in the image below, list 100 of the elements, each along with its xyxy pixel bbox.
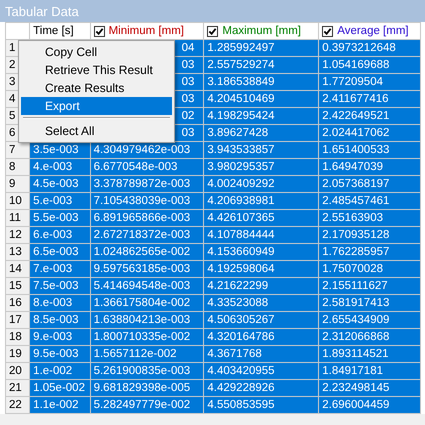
table-cell: 2.312066868: [318, 328, 420, 346]
row-header[interactable]: 18: [6, 328, 30, 346]
column-header[interactable]: Minimum [mm]: [90, 22, 204, 40]
table-cell: 1.e-002: [30, 362, 90, 380]
table-cell: 4.002409292: [204, 176, 319, 192]
table-cell: 4.206938981: [204, 192, 319, 210]
row-header[interactable]: 10: [6, 192, 30, 210]
row-header[interactable]: 16: [6, 294, 30, 312]
table-cell: 9.5e-003: [30, 346, 90, 362]
table-cell: 4.e-003: [30, 158, 90, 176]
table-cell: 9.597563185e-003: [90, 260, 204, 278]
table-cell: 2.696004459: [318, 396, 420, 414]
table-cell: 9.681829398e-005: [90, 380, 204, 396]
table-cell: 1.05e-002: [30, 380, 90, 396]
row-header[interactable]: 14: [6, 260, 30, 278]
row-header[interactable]: 12: [6, 226, 30, 244]
table-cell: 1.77209504: [318, 74, 420, 90]
row-header[interactable]: 19: [6, 346, 30, 362]
column-label: Minimum [mm]: [108, 24, 184, 36]
column-label: Average [mm]: [337, 24, 409, 36]
table-cell: 4.506305267: [204, 312, 319, 328]
table-cell: 7.105438039e-003: [90, 192, 204, 210]
table-cell: 6.5e-003: [30, 244, 90, 260]
table-cell: 2.557529274: [204, 56, 319, 74]
table-cell: 1.762285957: [318, 244, 420, 260]
row-header[interactable]: 9: [6, 176, 30, 192]
table-cell: 3.186538849: [204, 74, 319, 90]
table-cell: 4.550853595: [204, 396, 319, 414]
table-cell: 2.485457461: [318, 192, 420, 210]
table-cell: 1.024862565e-002: [90, 244, 204, 260]
column-label: Maximum [mm]: [222, 24, 301, 36]
table-cell: 4.107884444: [204, 226, 319, 244]
table-cell: 1.1e-002: [30, 396, 90, 414]
table-cell: 3.943533857: [204, 142, 319, 158]
row-header[interactable]: 8: [6, 158, 30, 176]
table-cell: 2.581917413: [318, 294, 420, 312]
row-header[interactable]: 17: [6, 312, 30, 328]
table-cell: 4.192598064: [204, 260, 319, 278]
table-cell: 4.429228926: [204, 380, 319, 396]
table-cell: 1.054169688: [318, 56, 420, 74]
row-header[interactable]: 20: [6, 362, 30, 380]
table-cell: 4.204510469: [204, 90, 319, 108]
table-cell: 6.e-003: [30, 226, 90, 244]
table-cell: 4.153660949: [204, 244, 319, 260]
table-cell: 1.651400533: [318, 142, 420, 158]
table-cell: 2.024417062: [318, 124, 420, 142]
table-cell: 8.e-003: [30, 294, 90, 312]
table-cell: 4.5e-003: [30, 176, 90, 192]
row-header[interactable]: 21: [6, 380, 30, 396]
checkbox[interactable]: [94, 26, 105, 36]
table-cell: 2.170935128: [318, 226, 420, 244]
table-cell: 2.422649521: [318, 108, 420, 124]
table-cell: 4.426107365: [204, 210, 319, 226]
table-cell: 5.5e-003: [30, 210, 90, 226]
table-cell: 6.891965866e-003: [90, 210, 204, 226]
table-cell: 7.5e-003: [30, 278, 90, 294]
table-cell: 4.21622299: [204, 278, 319, 294]
column-header[interactable]: Time [s]: [30, 22, 90, 40]
table-cell: 6.6770548e-003: [90, 158, 204, 176]
table-cell: 1.5657112e-002: [90, 346, 204, 362]
table-cell: 4.33523088: [204, 294, 319, 312]
window-title: Tabular Data: [5, 4, 79, 18]
table-cell: 3.89627428: [204, 124, 319, 142]
checkbox[interactable]: [207, 26, 218, 36]
table-cell: 4.403420955: [204, 362, 319, 380]
row-header[interactable]: 13: [6, 244, 30, 260]
table-cell: 0.3973212648: [318, 40, 420, 56]
table-cell: 2.655434909: [318, 312, 420, 328]
table-cell: 2.232498145: [318, 380, 420, 396]
row-header[interactable]: 15: [6, 278, 30, 294]
column-header[interactable]: Average [mm]: [318, 22, 420, 40]
table-cell: 1.84917181: [318, 362, 420, 380]
checkbox[interactable]: [322, 26, 334, 36]
row-header[interactable]: 7: [6, 142, 30, 158]
table-cell: 1.893114521: [318, 346, 420, 362]
column-header[interactable]: Maximum [mm]: [204, 22, 319, 40]
table-cell: 1.285992497: [204, 40, 319, 56]
table-cell: 1.800710335e-002: [90, 328, 204, 346]
table-cell: 1.638804213e-003: [90, 312, 204, 328]
row-header[interactable]: 11: [6, 210, 30, 226]
table-cell: 2.411677416: [318, 90, 420, 108]
table-cell: 5.261900835e-003: [90, 362, 204, 380]
table-cell: 4.320164786: [204, 328, 319, 346]
row-header[interactable]: 22: [6, 396, 30, 414]
table-cell: 5.414694548e-003: [90, 278, 204, 294]
table-cell: 1.75070028: [318, 260, 420, 278]
table-cell: 2.55163903: [318, 210, 420, 226]
table-cell: 3.378789872e-003: [90, 176, 204, 192]
table-cell: 5.282497779e-002: [90, 396, 204, 414]
table-cell: 8.5e-003: [30, 312, 90, 328]
table-cell: 2.672718372e-003: [90, 226, 204, 244]
table-cell: 1.64947039: [318, 158, 420, 176]
table-cell: 5.e-003: [30, 192, 90, 210]
table-cell: 4.198295424: [204, 108, 319, 124]
menu-item[interactable]: Export: [21, 97, 172, 115]
table-cell: 1.366175804e-002: [90, 294, 204, 312]
table-cell: 2.155111627: [318, 278, 420, 294]
table-cell: 2.057368197: [318, 176, 420, 192]
table-cell: 7.e-003: [30, 260, 90, 278]
table-cell: 9.e-003: [30, 328, 90, 346]
